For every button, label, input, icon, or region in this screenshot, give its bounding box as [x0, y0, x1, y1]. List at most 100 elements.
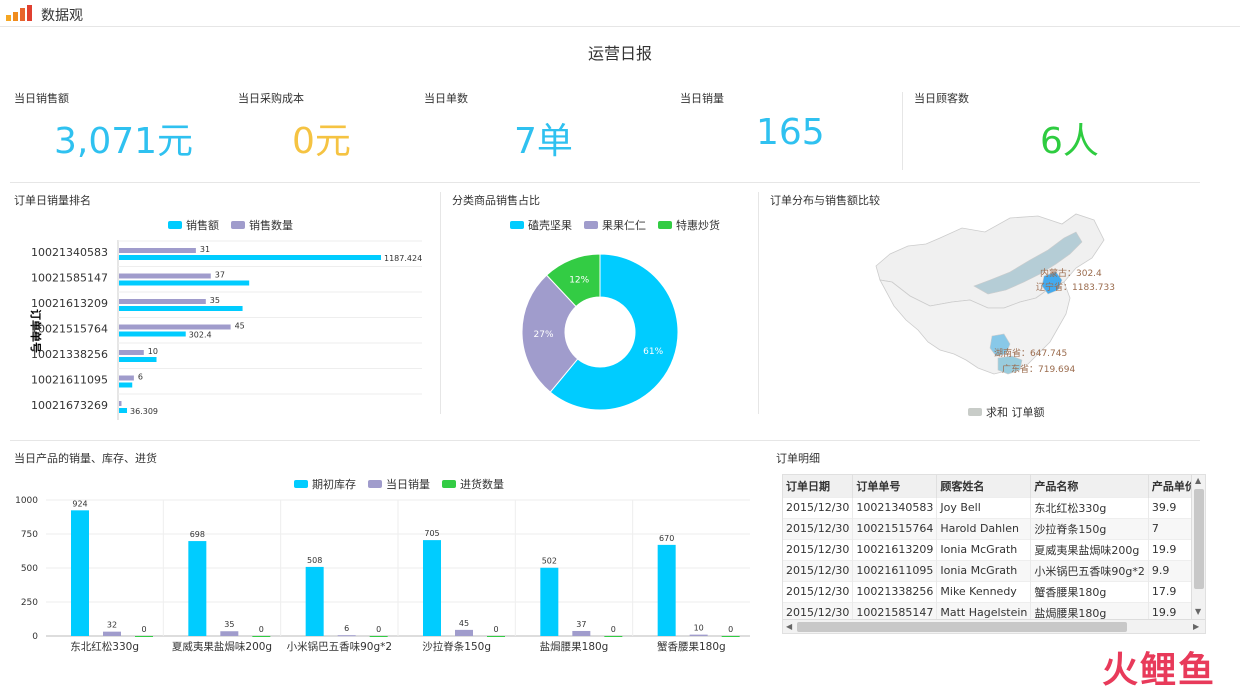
bar-sales — [119, 255, 381, 260]
data-label: 0 — [611, 625, 616, 634]
data-label: 37 — [576, 620, 586, 629]
tick-label: 夏威夷果盐焗味200g — [172, 640, 272, 653]
legend-label: 销售额 — [186, 219, 219, 232]
vertical-scroll-thumb[interactable] — [1194, 489, 1204, 589]
bar-sales — [119, 280, 250, 286]
data-label: 508 — [307, 556, 322, 565]
bar — [135, 636, 153, 637]
legend-item-quantity[interactable]: 销售数量 — [231, 217, 293, 233]
bar-quantity — [119, 350, 144, 355]
tick-label: 东北红松330g — [70, 640, 139, 653]
watermark-logo: 火鲤鱼 — [1101, 650, 1216, 691]
brand-name[interactable]: 数据观 — [41, 5, 83, 25]
table-cell: 沙拉脊条150g — [1030, 517, 1149, 539]
scroll-down-icon[interactable]: ▼ — [1195, 607, 1201, 616]
section-divider-top — [10, 182, 1200, 183]
tick-label: 10021585147 — [31, 272, 108, 285]
map-label-liaoning: 辽宁省：1183.733 — [1036, 283, 1115, 293]
data-label: 45 — [459, 619, 469, 628]
tick-label: 10021515764 — [31, 323, 108, 336]
slice-label: 12% — [569, 275, 589, 285]
data-label: 45 — [235, 322, 245, 331]
legend-swatch — [294, 480, 308, 488]
slice-label: 61% — [643, 347, 663, 357]
scroll-left-icon[interactable]: ◀ — [786, 622, 792, 631]
legend-item-kernels[interactable]: 果果仁仁 — [584, 217, 646, 233]
table-cell: 2015/12/30 — [783, 580, 854, 602]
bar-sales — [119, 408, 128, 413]
table-cell: 2015/12/30 — [783, 559, 854, 581]
column-header[interactable]: 顾客姓名 — [936, 475, 1032, 497]
data-label: 37 — [215, 271, 225, 280]
kpi-value-volume: 165 — [756, 112, 825, 153]
legend-item-nuts[interactable]: 磕壳坚果 — [510, 217, 572, 233]
legend-swatch — [510, 221, 524, 229]
page-title: 运营日报 — [587, 44, 652, 63]
bar — [721, 636, 740, 637]
data-label: 705 — [424, 529, 439, 538]
horizontal-scrollbar[interactable]: ◀ ▶ — [783, 619, 1205, 633]
data-label: 6 — [344, 624, 349, 633]
data-label: 924 — [72, 499, 87, 508]
table-cell: 10021338256 — [852, 580, 938, 602]
bar-sales — [119, 357, 157, 362]
column-header[interactable]: 订单单号 — [852, 475, 938, 497]
tick-label: 10021611095 — [31, 374, 108, 387]
bar-quantity — [119, 375, 134, 381]
kpi-label-cost: 当日采购成本 — [238, 92, 304, 105]
tick-label: 盐焗腰果180g — [540, 640, 609, 653]
bar — [71, 510, 89, 636]
table-row[interactable]: 2015/12/30 10021613209 Ionia McGrath 夏威夷果盐焗… — [783, 538, 1205, 560]
tick-label: 10021338256 — [31, 348, 108, 361]
legend-label: 特惠炒货 — [676, 219, 720, 232]
legend-swatch — [658, 221, 672, 229]
bar-sales — [119, 331, 186, 337]
bar-chart-logo-icon — [6, 5, 32, 21]
product-stock-title: 当日产品的销量、库存、进货 — [14, 452, 157, 465]
scroll-right-icon[interactable]: ▶ — [1193, 622, 1199, 631]
tick-label: 10021613209 — [31, 297, 108, 310]
data-label: 1187.424 — [384, 254, 422, 263]
product-stock-chart: 02505007501000 92432 0东北红松330g698350夏威夷果盐焗… — [15, 496, 750, 653]
kpi-label-customers: 当日顾客数 — [914, 92, 969, 105]
legend-swatch — [584, 221, 598, 229]
table-row[interactable]: 2015/12/30 10021338256 Mike Kennedy 蟹香腰果180… — [783, 580, 1205, 602]
map-label-guangdong: 广东省：719.694 — [1002, 365, 1076, 375]
bar — [540, 567, 559, 636]
scroll-up-icon[interactable]: ▲ — [1195, 476, 1201, 485]
tick-label: 750 — [21, 530, 38, 540]
bar — [657, 544, 676, 636]
kpi-label-orders: 当日单数 — [424, 92, 468, 105]
order-map-title: 订单分布与销售额比较 — [770, 194, 880, 207]
table-row[interactable]: 2015/12/30 10021515764 Harold Dahlen 沙拉脊条15… — [783, 517, 1205, 539]
legend-swatch — [442, 480, 456, 488]
kpi-value-orders: 7单 — [514, 121, 573, 162]
bar — [487, 636, 505, 637]
legend-item-order-sum[interactable]: 求和 订单额 — [968, 404, 1045, 420]
data-label: 670 — [659, 534, 674, 543]
bar-quantity — [119, 299, 206, 304]
category-share-legend: 磕壳坚果 果果仁仁 特惠炒货 — [510, 217, 720, 233]
table-row[interactable]: 2015/12/30 10021611095 Ionia McGrath 小米锅巴五香… — [783, 559, 1205, 581]
order-map-legend: 求和 订单额 — [968, 404, 1045, 420]
bar — [369, 636, 388, 637]
table-row[interactable]: 2015/12/30 10021340583 Joy Bell 东北红松330g 39.… — [783, 496, 1205, 518]
kpi-value-sales: 3,071元 — [54, 121, 194, 162]
legend-item-sales[interactable]: 销售额 — [168, 217, 219, 233]
bar — [252, 636, 271, 637]
legend-label: 销售数量 — [249, 219, 293, 232]
tick-label: 10021673269 — [31, 399, 108, 412]
legend-item-roasted[interactable]: 特惠炒货 — [658, 217, 720, 233]
vertical-scrollbar[interactable]: ▲ ▼ — [1191, 475, 1205, 621]
tick-label: 沙拉脊条150g — [422, 640, 491, 653]
horizontal-scroll-thumb[interactable] — [797, 622, 1127, 632]
kpi-value-customers: 6人 — [1040, 121, 1099, 162]
kpi-divider — [902, 92, 903, 170]
bar-quantity — [119, 273, 211, 279]
data-label: 0 — [493, 625, 498, 634]
chart-divider — [440, 192, 441, 414]
table-cell: Ionia McGrath — [936, 559, 1032, 581]
column-header[interactable]: 产品名称 — [1030, 475, 1149, 497]
bar — [103, 631, 121, 636]
column-header[interactable]: 订单日期 — [783, 475, 854, 497]
